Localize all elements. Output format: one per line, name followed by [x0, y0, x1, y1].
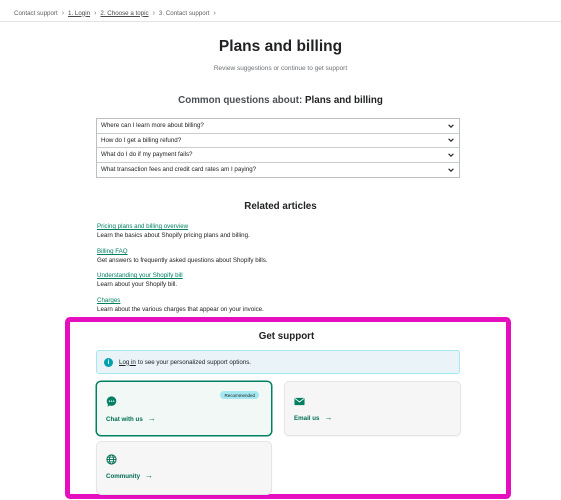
article-description: Learn about the various charges that app…	[97, 306, 264, 313]
page-subtitle: Review suggestions or continue to get su…	[213, 65, 348, 72]
chevron-down-icon	[448, 124, 454, 128]
common-questions-heading: Common questions about: Plans and billin…	[0, 95, 561, 106]
chat-with-us-card[interactable]: Recommended Chat with us →	[97, 382, 271, 435]
faq-item[interactable]: What do I do if my payment fails?	[97, 148, 459, 163]
chat-with-us-label: Chat with us →	[106, 415, 156, 423]
community-label: Community →	[106, 472, 153, 480]
email-us-label: Email us →	[294, 414, 332, 422]
article-link[interactable]: Billing FAQ	[97, 247, 268, 256]
article-link[interactable]: Pricing plans and billing overview	[97, 222, 250, 231]
breadcrumb: Contact support › 1. Login › 2. Choose a…	[14, 7, 220, 19]
chat-bubble-icon	[106, 396, 117, 407]
faq-question: Where can I learn more about billing?	[101, 122, 204, 130]
chevron-down-icon	[448, 153, 454, 157]
chevron-right-icon: ›	[94, 9, 97, 17]
breadcrumb-step-login[interactable]: 1. Login	[68, 10, 90, 17]
email-us-card[interactable]: Email us →	[285, 382, 460, 435]
breadcrumb-root: Contact support	[14, 9, 58, 17]
login-link[interactable]: Log in	[119, 359, 136, 366]
article-link[interactable]: Understanding your Shopify bill	[97, 271, 183, 280]
common-questions-topic: Plans and billing	[304, 95, 383, 106]
chevron-right-icon: ›	[61, 9, 65, 17]
chevron-right-icon: ›	[152, 9, 155, 17]
article-item: Pricing plans and billing overview Learn…	[97, 222, 250, 240]
faq-question: How do I get a billing refund?	[101, 136, 182, 144]
login-banner-text: to see your personalized support options…	[137, 358, 252, 366]
article-link[interactable]: Charges	[97, 296, 264, 305]
faq-question: What do I do if my payment fails?	[101, 151, 193, 159]
globe-icon	[106, 454, 117, 465]
faq-accordion: Where can I learn more about billing? Ho…	[96, 118, 460, 178]
arrow-right-icon: →	[324, 413, 333, 422]
article-item: Billing FAQ Get answers to frequently as…	[97, 247, 268, 265]
article-description: Learn about your Shopify bill.	[97, 281, 178, 288]
community-text: Community	[106, 472, 141, 480]
breadcrumb-step-choose-topic[interactable]: 2. Choose a topic	[100, 10, 148, 17]
article-description: Learn the basics about Shopify pricing p…	[97, 232, 250, 239]
chevron-down-icon	[448, 168, 454, 172]
faq-item[interactable]: Where can I learn more about billing?	[97, 119, 459, 134]
arrow-right-icon: →	[145, 471, 154, 480]
faq-question: What transaction fees and credit card ra…	[101, 166, 257, 174]
article-item: Charges Learn about the various charges …	[97, 296, 264, 314]
chat-with-us-text: Chat with us	[106, 415, 143, 423]
related-articles-heading: Related articles	[244, 201, 317, 212]
arrow-right-icon: →	[147, 414, 156, 423]
info-icon: i	[104, 357, 113, 367]
login-banner: i Log in to see your personalized suppor…	[96, 350, 460, 374]
article-description: Get answers to frequently asked question…	[97, 257, 268, 264]
community-card[interactable]: Community →	[97, 442, 271, 494]
envelope-icon	[294, 397, 305, 406]
faq-item[interactable]: How do I get a billing refund?	[97, 134, 459, 148]
email-us-text: Email us	[294, 414, 320, 422]
chevron-down-icon	[448, 138, 454, 143]
chevron-right-icon: ›	[213, 9, 216, 17]
common-questions-prefix: Common questions about:	[178, 95, 303, 106]
header-divider	[0, 21, 561, 22]
breadcrumb-step-contact-support: 3. Contact support	[158, 9, 210, 17]
recommended-badge: Recommended	[220, 391, 259, 399]
faq-item[interactable]: What transaction fees and credit card ra…	[97, 163, 459, 178]
get-support-heading: Get support	[258, 331, 315, 342]
article-item: Understanding your Shopify bill Learn ab…	[97, 271, 183, 289]
page-title: Plans and billing	[218, 38, 343, 55]
